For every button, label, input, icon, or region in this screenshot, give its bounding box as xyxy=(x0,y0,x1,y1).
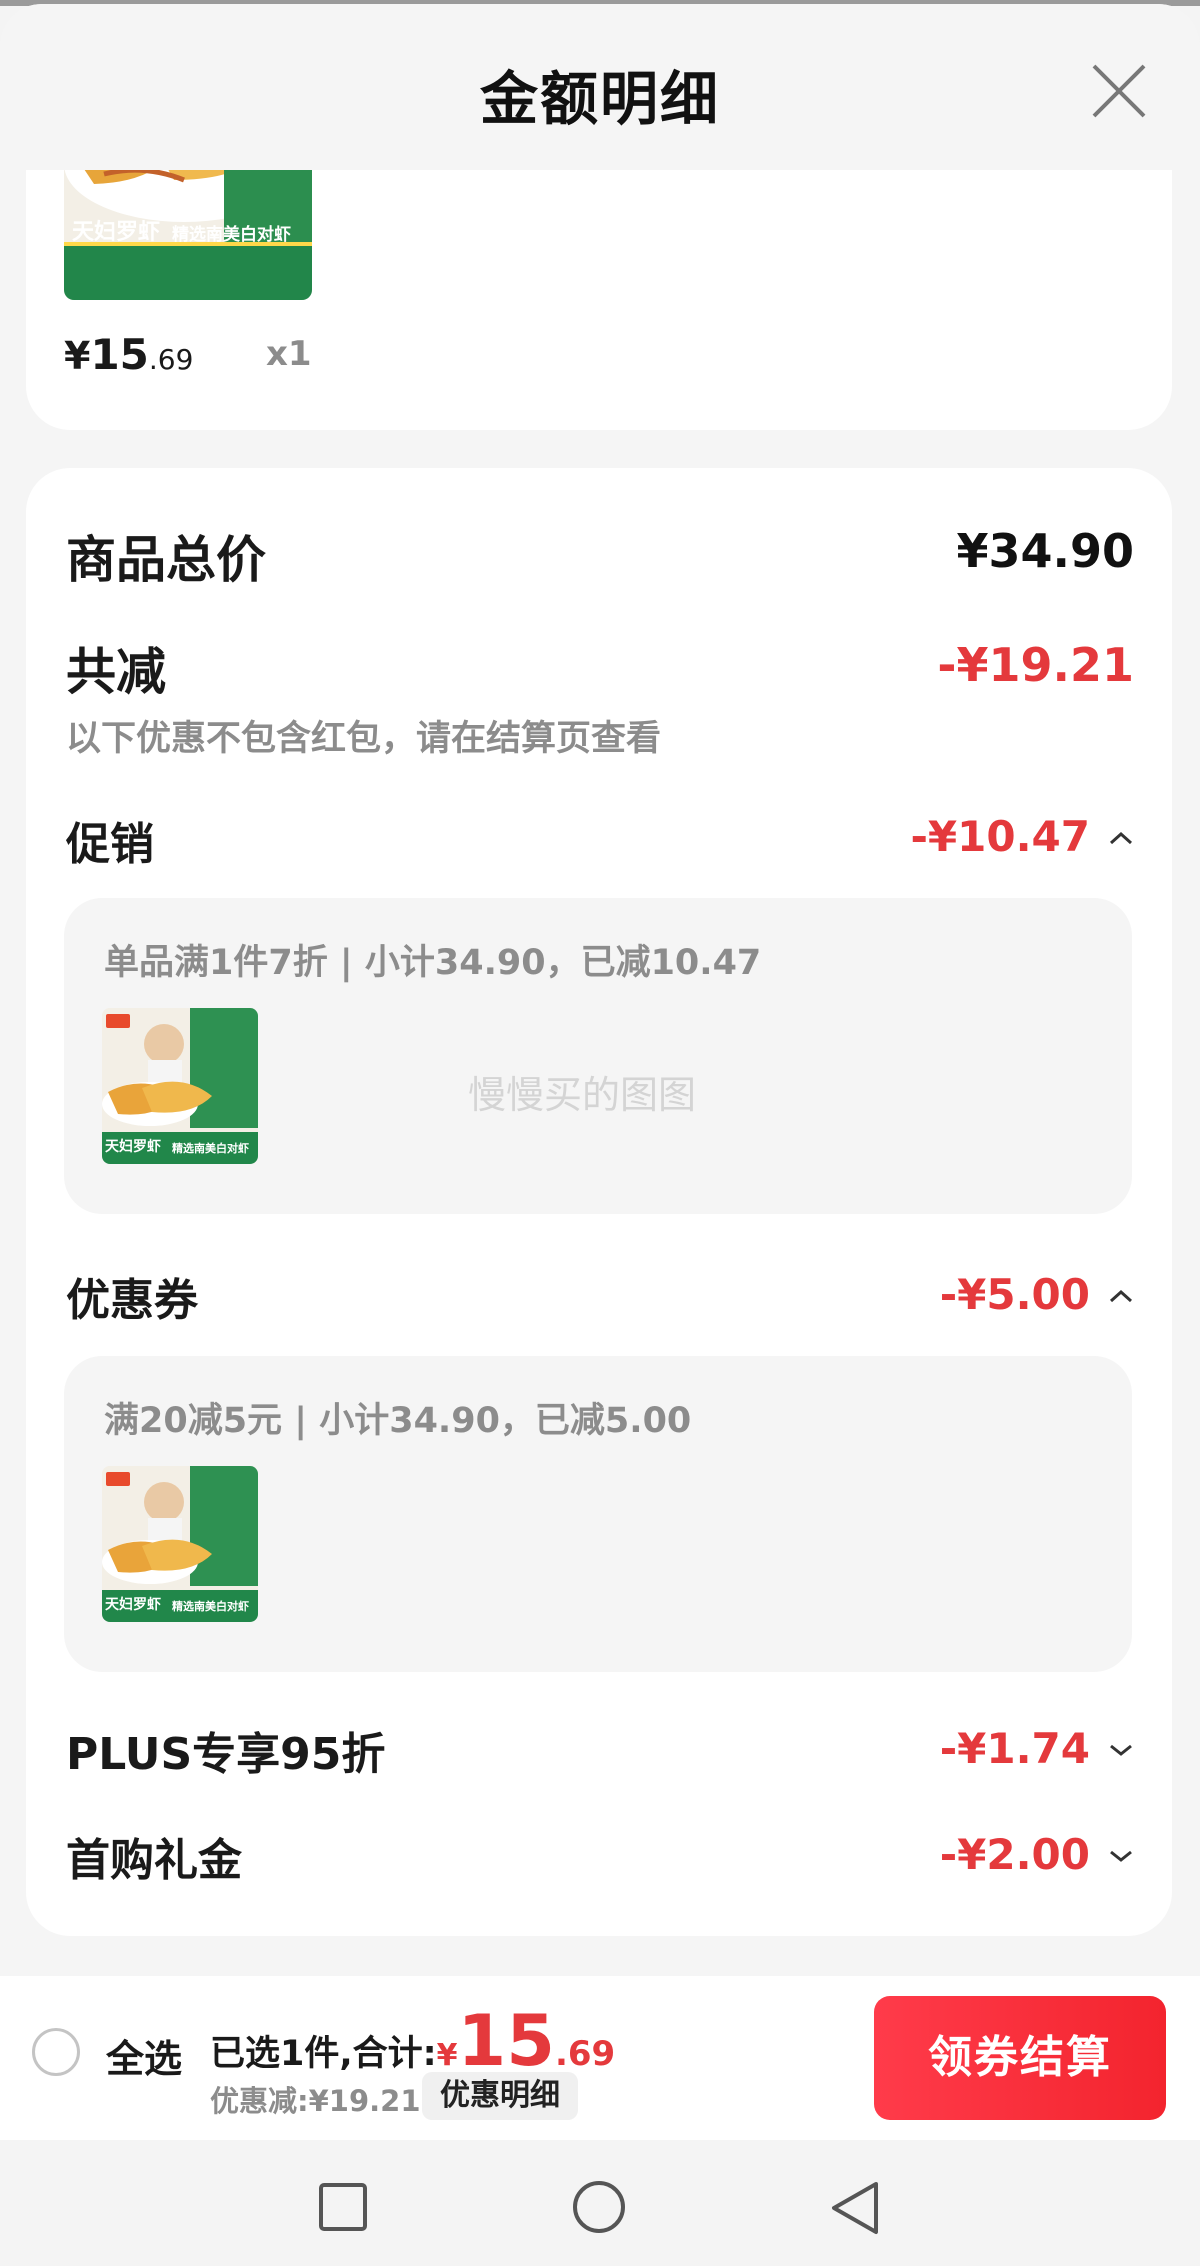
plus-discount-label: PLUS专享95折 xyxy=(66,1729,386,1780)
selected-total: 已选1件,合计:¥15.69 xyxy=(210,2000,615,2082)
chevron-up-icon xyxy=(1109,831,1133,845)
nav-square-icon[interactable] xyxy=(318,2182,368,2232)
page-title: 金额明细 xyxy=(479,65,720,133)
coupon-value: -¥5.00 xyxy=(939,1270,1090,1319)
plus-discount-value: -¥1.74 xyxy=(939,1724,1090,1773)
thumb-text-right: 精选南美白对虾 xyxy=(172,1600,249,1613)
discount-summary: 优惠减:¥19.21 xyxy=(210,2084,421,2118)
promotion-description: 单品满1件7折 | 小计34.90，已减10.47 xyxy=(104,943,762,983)
total-reduction-label: 共减 xyxy=(66,643,166,701)
nav-circle-icon[interactable] xyxy=(572,2180,626,2234)
price-symbol: ¥ xyxy=(64,334,91,378)
total-decimal: .69 xyxy=(554,2034,616,2074)
thumb-text-left: 天妇罗虾 xyxy=(105,1139,161,1155)
watermark: 慢慢买的图图 xyxy=(468,1073,697,1117)
price-breakdown-card: 商品总价 ¥34.90 共减 -¥19.21 以下优惠不包含红包，请在结算页查看… xyxy=(26,468,1172,1936)
chevron-up-icon xyxy=(1109,1289,1133,1303)
thumb-text-left: 天妇罗虾 xyxy=(105,1597,161,1613)
nav-back-icon[interactable] xyxy=(828,2180,882,2236)
selected-prefix: 已选1件,合计: xyxy=(210,2034,437,2074)
total-reduction-value: -¥19.21 xyxy=(937,638,1134,692)
product-image-text-left: 天妇罗虾 xyxy=(72,220,161,245)
system-nav-bar xyxy=(0,2140,1200,2266)
coupon-product-thumb[interactable]: 天妇罗虾 精选南美白对虾 xyxy=(102,1466,258,1622)
first-buy-label: 首购礼金 xyxy=(66,1835,242,1886)
promotion-label: 促销 xyxy=(66,819,154,870)
discount-detail-button[interactable]: 优惠明细 xyxy=(422,2072,578,2120)
product-quantity: x1 xyxy=(266,334,312,374)
product-price: ¥15.69 xyxy=(64,330,193,379)
select-all-label[interactable]: 全选 xyxy=(106,2028,182,2083)
price-integer: 15 xyxy=(90,330,149,379)
promotion-product-thumb[interactable]: 天妇罗虾 精选南美白对虾 xyxy=(102,1008,258,1164)
total-integer: 15 xyxy=(457,2000,555,2082)
coupon-toggle[interactable]: -¥5.00 xyxy=(894,1270,1134,1320)
total-symbol: ¥ xyxy=(436,2038,458,2073)
close-icon xyxy=(1092,64,1146,118)
promotion-detail-box: 单品满1件7折 | 小计34.90，已减10.47 天妇罗虾 精选南美白对虾 慢… xyxy=(64,898,1132,1214)
first-buy-value: -¥2.00 xyxy=(939,1830,1090,1879)
promotion-toggle[interactable]: -¥10.47 xyxy=(894,812,1134,862)
first-buy-toggle[interactable]: -¥2.00 xyxy=(894,1830,1134,1880)
total-price-label: 商品总价 xyxy=(66,531,266,589)
checkout-button[interactable]: 领券结算 xyxy=(874,1996,1166,2120)
price-decimal: .69 xyxy=(148,343,194,376)
plus-discount-toggle[interactable]: -¥1.74 xyxy=(894,1724,1134,1774)
thumb-text-right: 精选南美白对虾 xyxy=(172,1142,249,1155)
chevron-down-icon xyxy=(1110,1850,1132,1862)
sheet-header: 金额明细 xyxy=(0,4,1200,170)
amount-detail-sheet: 天妇罗虾 精选南美白对虾 ¥15.69 x1 金额明细 商品总价 ¥34.90 … xyxy=(0,4,1200,2266)
reduction-note: 以下优惠不包含红包，请在结算页查看 xyxy=(66,719,662,759)
product-image-text-right: 精选南美白对虾 xyxy=(172,225,291,245)
total-price-value: ¥34.90 xyxy=(956,524,1134,578)
close-button[interactable] xyxy=(1088,60,1150,122)
checkout-bar: 全选 已选1件,合计:¥15.69 优惠减:¥19.21 优惠明细 领券结算 xyxy=(0,1976,1200,2140)
coupon-detail-box: 满20减5元 | 小计34.90，已减5.00 天妇罗虾 精选南美白对虾 xyxy=(64,1356,1132,1672)
chevron-down-icon xyxy=(1110,1744,1132,1756)
coupon-description: 满20减5元 | 小计34.90，已减5.00 xyxy=(104,1401,692,1441)
promotion-value: -¥10.47 xyxy=(910,812,1090,861)
select-all-radio[interactable] xyxy=(32,2028,80,2076)
coupon-label: 优惠券 xyxy=(66,1275,198,1326)
